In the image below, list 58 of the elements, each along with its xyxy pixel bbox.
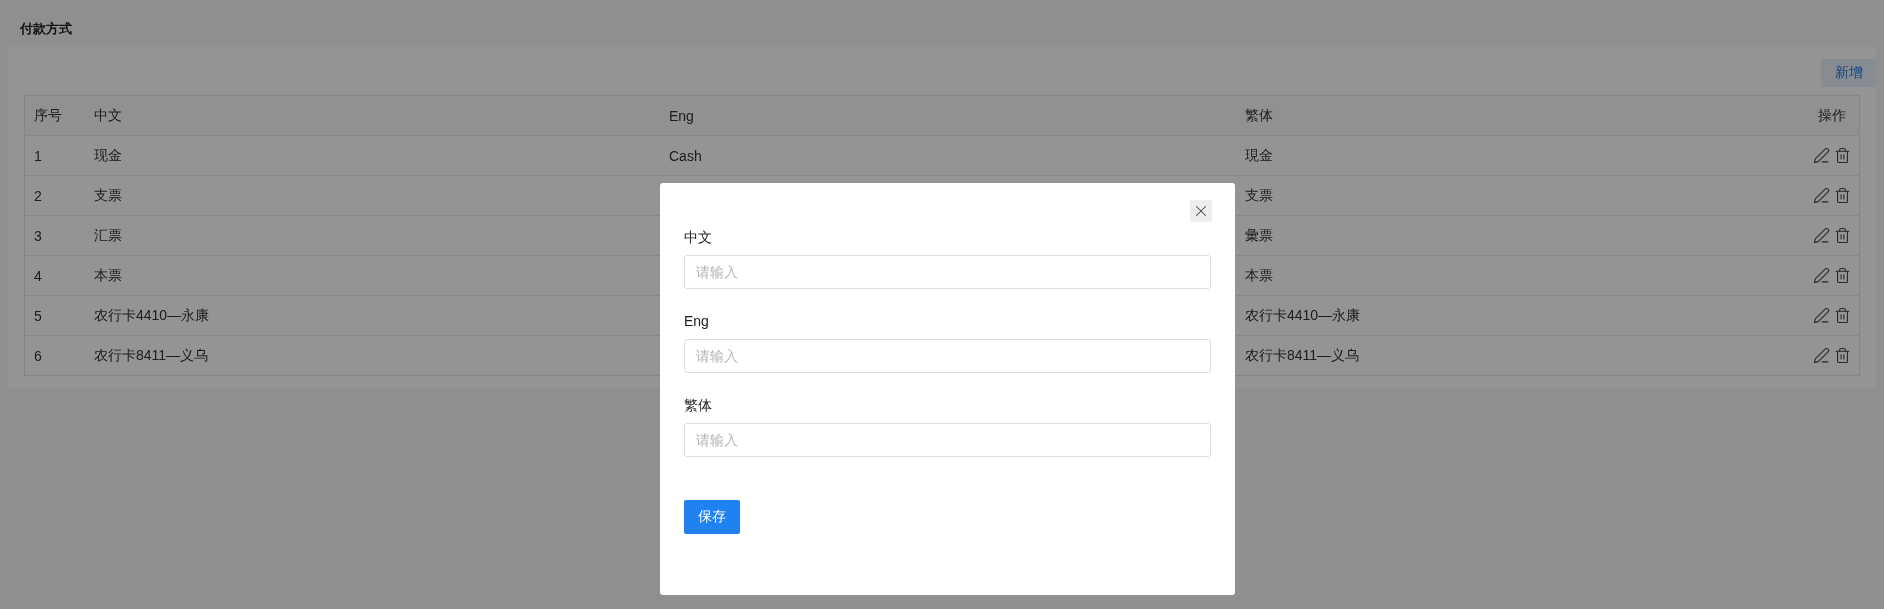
table-cell-text: 3 [33, 227, 42, 244]
delete-icon[interactable] [1834, 347, 1851, 364]
delete-icon[interactable] [1834, 227, 1851, 244]
table-cell-text: 汇票 [93, 226, 122, 245]
table-cell-text: 2 [33, 187, 42, 204]
save-button[interactable]: 保存 [684, 500, 740, 534]
pencil-icon [1813, 187, 1830, 204]
table-cell-text: 1 [33, 147, 42, 164]
table-cell-text: 現金 [1244, 146, 1273, 165]
delete-icon[interactable] [1834, 267, 1851, 284]
table-cell-text: 5 [33, 307, 42, 324]
table-cell-text: 本票 [1244, 266, 1273, 285]
trash-icon [1834, 227, 1851, 244]
column-header: 序号 [33, 106, 62, 125]
edit-icon[interactable] [1813, 187, 1830, 204]
trash-icon [1834, 187, 1851, 204]
trash-icon [1834, 307, 1851, 324]
table-cell-text: 农行卡4410—永康 [93, 306, 210, 325]
column-header: 操作 [1817, 106, 1846, 125]
edit-icon[interactable] [1813, 307, 1830, 324]
column-header: 中文 [93, 106, 122, 125]
table-cell-text: 6 [33, 347, 42, 364]
table-cell-text: 支票 [93, 186, 122, 205]
trash-icon [1834, 347, 1851, 364]
column-header: 繁体 [1244, 106, 1273, 125]
delete-icon[interactable] [1834, 187, 1851, 204]
table-cell-text: 彙票 [1244, 226, 1273, 245]
edit-icon[interactable] [1813, 147, 1830, 164]
input-field[interactable]: 请输入 [684, 423, 1211, 457]
delete-icon[interactable] [1834, 147, 1851, 164]
add-button[interactable]: 新增 [1821, 59, 1876, 87]
trash-icon [1834, 267, 1851, 284]
page-title: 付款方式 [18, 20, 73, 38]
pencil-icon [1813, 147, 1830, 164]
pencil-icon [1813, 307, 1830, 324]
table-cell-text: 支票 [1244, 186, 1273, 205]
table-cell-text: 本票 [93, 266, 122, 285]
table-cell-text: 农行卡8411—义乌 [1244, 346, 1360, 365]
edit-icon[interactable] [1813, 347, 1830, 364]
input-field[interactable]: 请输入 [684, 339, 1211, 373]
pencil-icon [1813, 347, 1830, 364]
edit-icon[interactable] [1813, 267, 1830, 284]
field-label: Eng [684, 312, 709, 331]
table-cell-text: 现金 [93, 146, 122, 165]
pencil-icon [1813, 267, 1830, 284]
field-label: 中文 [684, 228, 712, 247]
delete-icon[interactable] [1834, 307, 1851, 324]
close-button[interactable] [1190, 200, 1212, 222]
input-field[interactable]: 请输入 [684, 255, 1211, 289]
edit-icon[interactable] [1813, 227, 1830, 244]
table-cell-text: 农行卡4410—永康 [1244, 306, 1361, 325]
pencil-icon [1813, 227, 1830, 244]
table-cell-text: 4 [33, 267, 42, 284]
table-cell-text: Cash [668, 147, 702, 164]
column-header: Eng [668, 107, 694, 124]
trash-icon [1834, 147, 1851, 164]
field-label: 繁体 [684, 396, 712, 415]
table-cell-text: 农行卡8411—义乌 [93, 346, 209, 365]
